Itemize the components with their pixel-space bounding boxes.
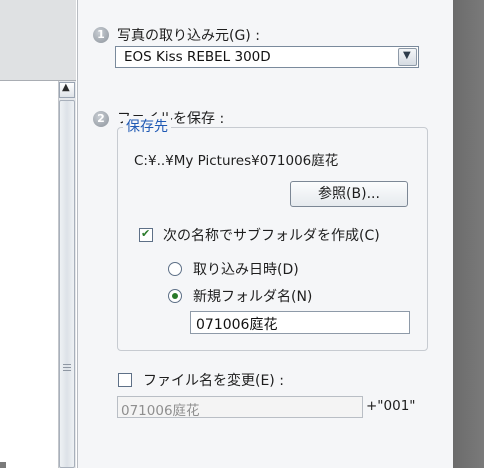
radio-selected-dot xyxy=(172,293,178,299)
step-2-icon: 2 xyxy=(93,111,109,127)
host-window-content xyxy=(0,81,58,468)
radio-new-folder-label: 新規フォルダ名(N) xyxy=(193,289,313,305)
destination-path: C:¥..¥My Pictures¥071006庭花 xyxy=(134,153,339,169)
check-mark-icon: ✔ xyxy=(141,227,151,240)
step-1-icon: 1 xyxy=(93,27,109,43)
rename-checkbox-label: ファイル名を変更(E) : xyxy=(143,373,284,389)
rename-checkbox[interactable] xyxy=(118,373,132,387)
subfolder-checkbox-label: 次の名称でサブフォルダを作成(C) xyxy=(163,228,380,244)
source-device-dropdown[interactable]: EOS Kiss REBEL 300D ▼ xyxy=(115,46,419,68)
new-folder-name-value: 071006庭花 xyxy=(196,317,278,333)
radio-import-date-label: 取り込み日時(D) xyxy=(193,262,299,278)
radio-new-folder[interactable] xyxy=(168,289,182,303)
scrollbar-grip-line xyxy=(63,364,71,365)
rename-value: 071006庭花 xyxy=(121,403,200,419)
rename-sequence-suffix: +"001" xyxy=(366,398,416,414)
subfolder-checkbox[interactable]: ✔ xyxy=(139,227,153,242)
scroll-up-icon: ▲ xyxy=(62,82,70,93)
source-label: 写真の取り込み元(G) : xyxy=(117,28,260,44)
radio-import-date[interactable] xyxy=(168,262,182,276)
destination-group-title: 保存先 xyxy=(123,116,171,136)
panel-right-edge xyxy=(453,0,484,468)
corner-mark xyxy=(0,462,6,468)
rename-input: 071006庭花 xyxy=(117,396,363,419)
scroll-up-button[interactable]: ▲ xyxy=(59,82,75,98)
host-window-toolbar-area xyxy=(0,0,76,80)
scrollbar-thumb[interactable] xyxy=(59,100,75,468)
scrollbar-grip-line xyxy=(63,367,71,368)
browse-button[interactable]: 参照(B)... xyxy=(290,181,408,207)
dropdown-button[interactable]: ▼ xyxy=(398,48,417,66)
new-folder-name-input[interactable]: 071006庭花 xyxy=(190,311,410,334)
chevron-down-icon: ▼ xyxy=(403,50,411,61)
scrollbar-grip-line xyxy=(63,370,71,371)
source-device-value: EOS Kiss REBEL 300D xyxy=(124,49,271,65)
